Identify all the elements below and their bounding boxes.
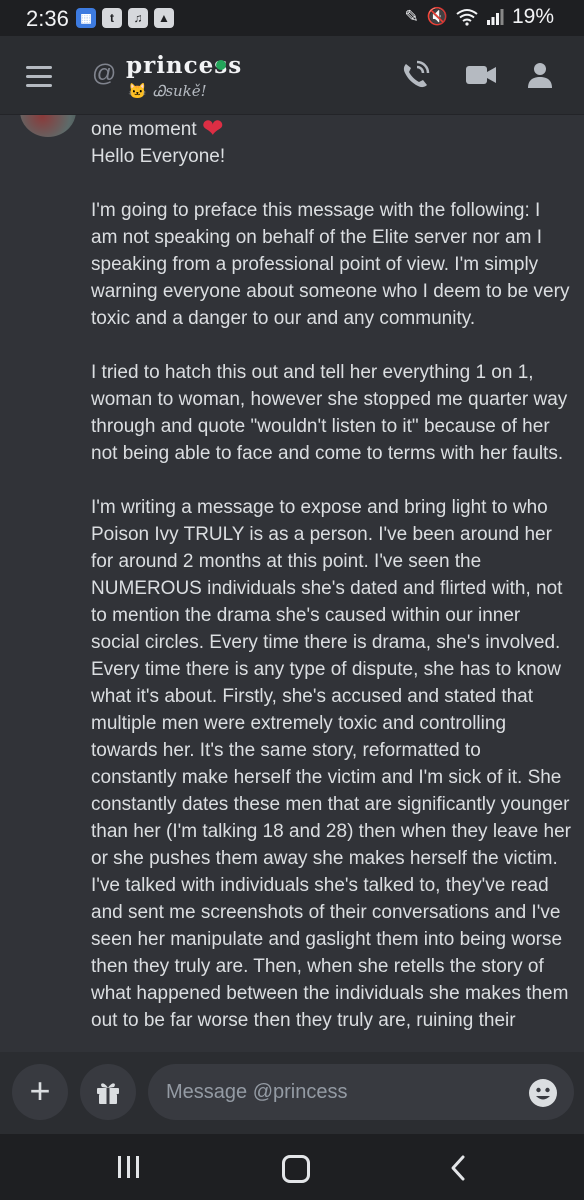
message-paragraph: I tried to hatch this out and tell her e… [91, 362, 568, 464]
at-icon: @ [92, 60, 117, 87]
message-list: one moment ❤ Hello Everyone! I'm going t… [0, 115, 584, 1052]
online-status-dot [216, 60, 226, 70]
home-icon[interactable] [282, 1155, 310, 1183]
heart-emoji: ❤ [201, 115, 224, 143]
status-bar: 2:36 ▦ t ♫ ▲ ✎ 🔇 19% [0, 0, 584, 36]
twitch-icon: t [102, 8, 122, 28]
image-icon: ▲ [154, 8, 174, 28]
battery-level: 19% [511, 5, 554, 28]
avatar[interactable] [20, 115, 76, 137]
message-line: one moment ❤ [91, 115, 224, 143]
emoji-icon[interactable] [528, 1078, 558, 1108]
recent-apps-icon[interactable] [118, 1156, 139, 1178]
message-paragraph: I'm going to preface this message with t… [91, 200, 570, 329]
gift-button[interactable] [80, 1064, 136, 1120]
status-emoji: 🐱 [128, 82, 147, 100]
voice-call-icon[interactable] [398, 58, 432, 92]
signal-icon [486, 9, 504, 25]
mute-icon: 🔇 [426, 7, 448, 26]
message-line: Hello Everyone! [91, 146, 226, 167]
back-icon[interactable] [448, 1154, 468, 1182]
status-time: 2:36 [26, 6, 69, 31]
status-text: Ꮚsukě! [152, 82, 207, 100]
dm-header: @ princess 🐱 Ꮚsukě! [0, 36, 584, 115]
message-paragraph: I'm writing a message to expose and brin… [91, 497, 571, 1031]
custom-status: 🐱 Ꮚsukě! [128, 82, 207, 100]
add-attachment-button[interactable]: + [12, 1064, 68, 1120]
wifi-icon [456, 9, 478, 26]
navigation-bar [0, 1134, 584, 1200]
message-content: one moment ❤ Hello Everyone! I'm going t… [91, 115, 571, 1052]
calendar-icon: ▦ [76, 8, 96, 28]
message-input[interactable] [148, 1064, 574, 1120]
video-call-icon[interactable] [464, 58, 498, 92]
notification-icons: ▦ t ♫ ▲ [76, 8, 174, 28]
pen-icon: ✎ [404, 7, 419, 26]
message-composer: + [0, 1052, 584, 1134]
member-list-icon[interactable] [524, 58, 558, 92]
gift-icon [97, 1083, 119, 1104]
menu-icon[interactable] [26, 66, 52, 87]
system-icons: ✎ 🔇 19% [405, 5, 554, 29]
music-icon: ♫ [128, 8, 148, 28]
